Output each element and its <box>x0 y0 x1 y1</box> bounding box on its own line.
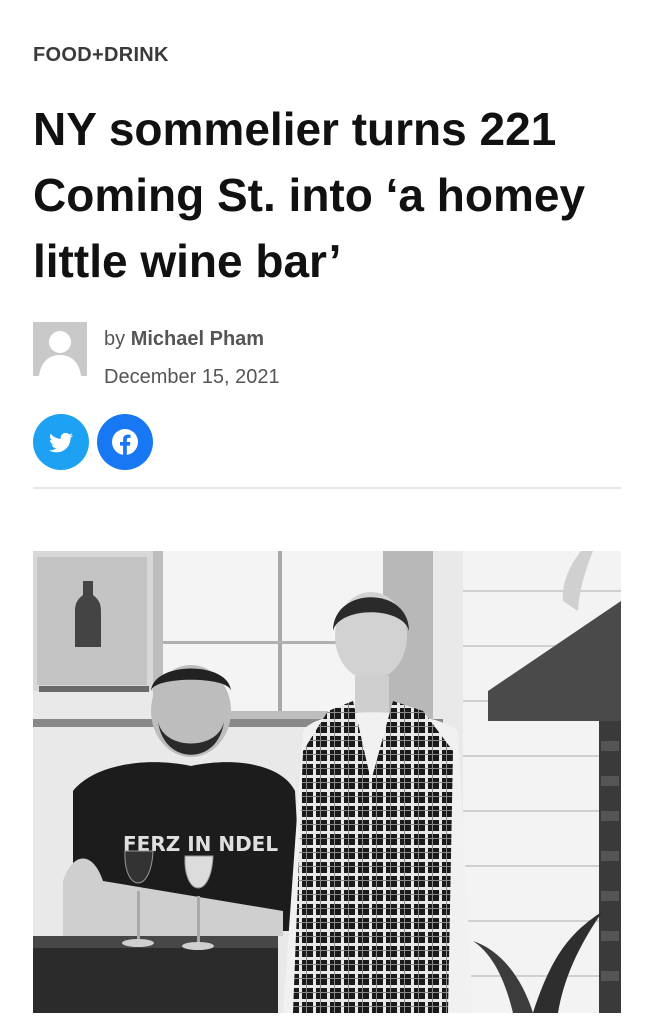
publish-date: December 15, 2021 <box>104 366 280 388</box>
photo-illustration: FERZ IN NDEL <box>33 551 621 1013</box>
byline-prefix: by <box>104 328 126 350</box>
article-headline: NY sommelier turns 221 Coming St. into ‘… <box>33 103 586 287</box>
divider <box>33 487 621 489</box>
twitter-share-button[interactable] <box>33 414 89 470</box>
user-placeholder-icon <box>33 322 87 376</box>
author-avatar[interactable] <box>33 322 87 376</box>
category-link[interactable]: FOOD+DRINK <box>33 44 169 67</box>
facebook-share-button[interactable] <box>97 414 153 470</box>
article-photo[interactable]: FERZ IN NDEL <box>33 551 621 1013</box>
author-name-link[interactable]: Michael Pham <box>131 328 264 350</box>
facebook-f-icon <box>112 429 138 455</box>
twitter-bird-icon <box>49 432 73 453</box>
author-line: by Michael Pham <box>104 328 264 351</box>
